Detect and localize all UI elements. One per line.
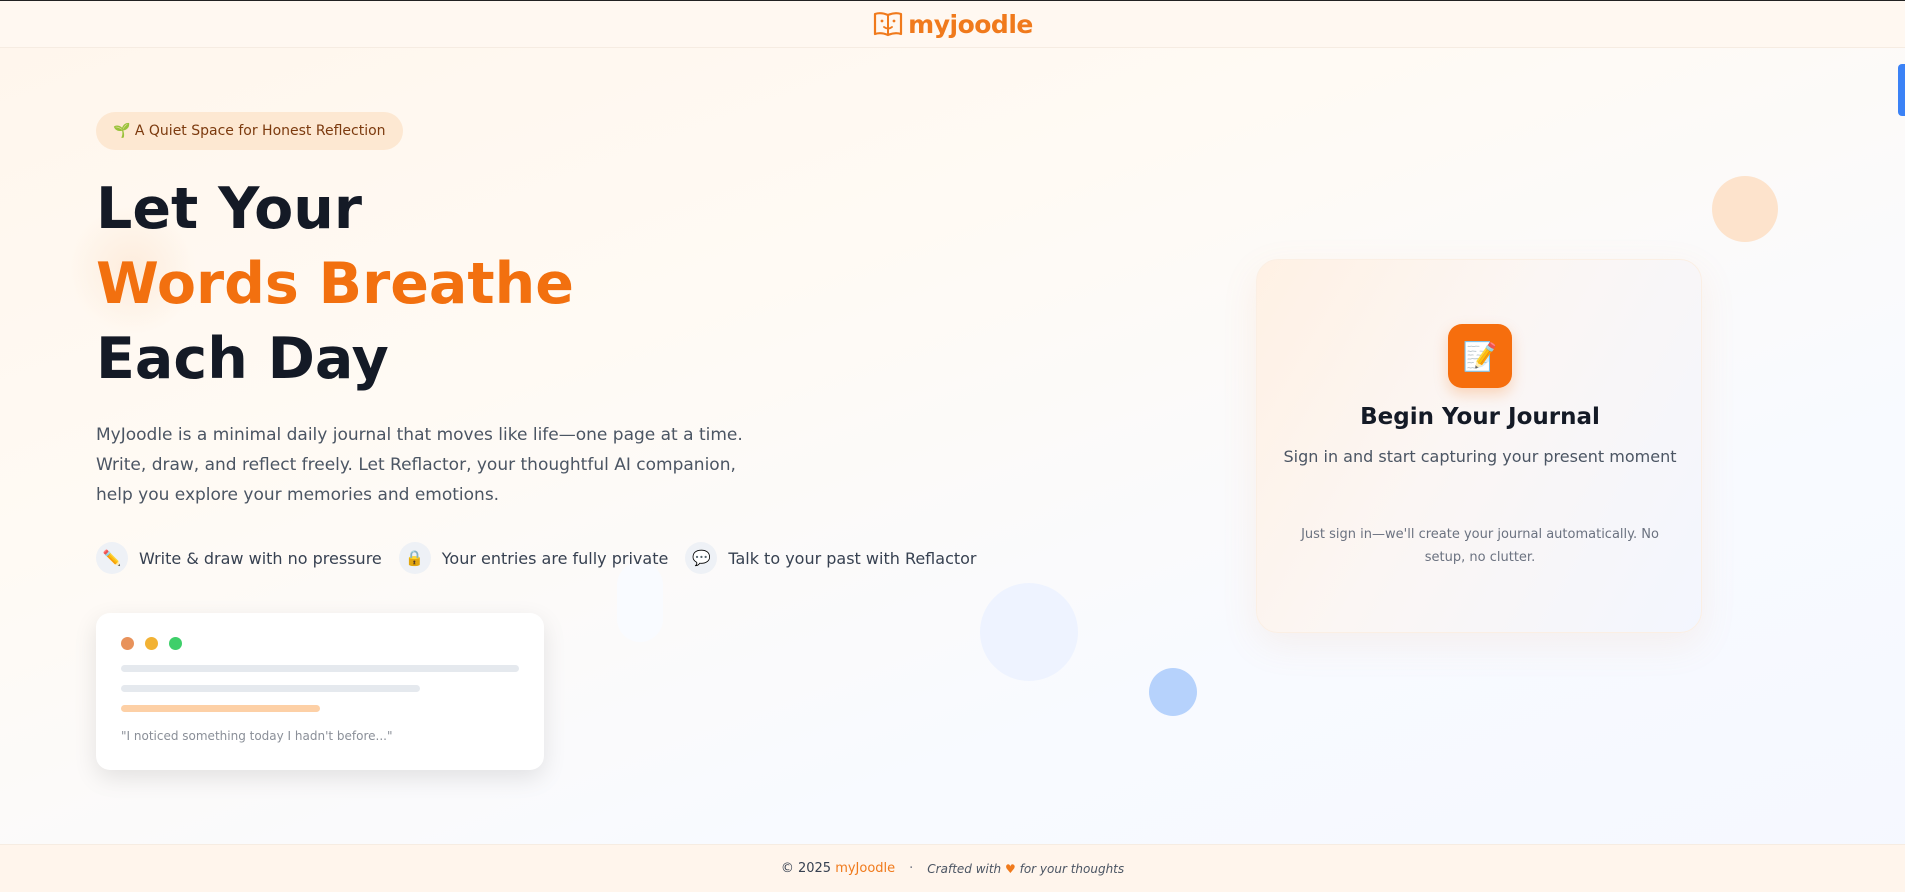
top-header: myjoodle (0, 1, 1905, 48)
crafted-suffix: for your thoughts (1019, 861, 1125, 876)
window-dot-yellow (145, 637, 158, 650)
page-footer: © 2025 myJoodle · Crafted with ♥ for you… (0, 844, 1905, 892)
logo[interactable]: myjoodle (872, 8, 1033, 40)
journal-card-title: Begin Your Journal (1360, 404, 1600, 430)
preview-quote: "I noticed something today I hadn't befo… (121, 729, 393, 743)
feature-label: Write & draw with no pressure (139, 548, 382, 568)
hero-description: MyJoodle is a minimal daily journal that… (96, 425, 743, 505)
feature-list: ✏️ Write & draw with no pressure 🔒 Your … (96, 542, 977, 574)
decorative-pill (617, 562, 663, 642)
feature-label: Talk to your past with Reflactor (728, 548, 977, 568)
journal-card-note: Just sign in—we'll create your journal a… (1301, 527, 1659, 565)
footer-separator: · (909, 861, 914, 876)
footer-copyright: © 2025 myJoodle (781, 861, 895, 876)
crafted-prefix: Crafted with (927, 861, 1002, 876)
journal-preview-card: "I noticed something today I hadn't befo… (96, 613, 544, 770)
open-book-face-icon (874, 12, 903, 37)
lock-icon: 🔒 (398, 542, 431, 574)
decorative-circle-blue (1149, 668, 1197, 716)
copyright-text: © 2025 (780, 861, 832, 876)
heart-icon: ♥ (1005, 861, 1016, 876)
tagline-badge: 🌱 A Quiet Space for Honest Reflection (96, 112, 403, 150)
text-placeholder-line (121, 685, 420, 692)
headline-line-1: Let Your (96, 176, 362, 242)
begin-journal-card: 📝 Begin Your Journal Sign in and start c… (1256, 259, 1702, 633)
journal-card-subtitle: Sign in and start capturing your present… (1283, 447, 1677, 466)
window-dot-orange (121, 637, 134, 650)
text-placeholder-line (121, 665, 519, 672)
logo-text: myjoodle (908, 9, 1033, 39)
decorative-circle-light-blue (980, 583, 1078, 681)
window-dots (121, 637, 182, 650)
decorative-circle-peach (1712, 176, 1778, 242)
feature-label: Your entries are fully private (441, 548, 669, 568)
footer-brand-link[interactable]: myJoodle (835, 861, 895, 876)
feature-reflactor: 💬 Talk to your past with Reflactor (685, 542, 977, 574)
footer-crafted: Crafted with ♥ for your thoughts (927, 862, 1124, 876)
highlight-placeholder-line (121, 705, 320, 712)
pencil-icon: ✏️ (96, 542, 128, 574)
feature-private: 🔒 Your entries are fully private (398, 542, 669, 574)
feature-write-draw: ✏️ Write & draw with no pressure (96, 542, 382, 574)
speech-bubble-icon: 💬 (685, 542, 718, 574)
headline-accent: Words Breathe (96, 251, 574, 317)
memo-icon: 📝 (1448, 324, 1512, 388)
scrollbar-thumb[interactable] (1898, 64, 1905, 116)
window-dot-green (169, 637, 182, 650)
hero-headline: Let Your Words Breathe Each Day (96, 172, 574, 397)
headline-line-3: Each Day (96, 326, 389, 392)
